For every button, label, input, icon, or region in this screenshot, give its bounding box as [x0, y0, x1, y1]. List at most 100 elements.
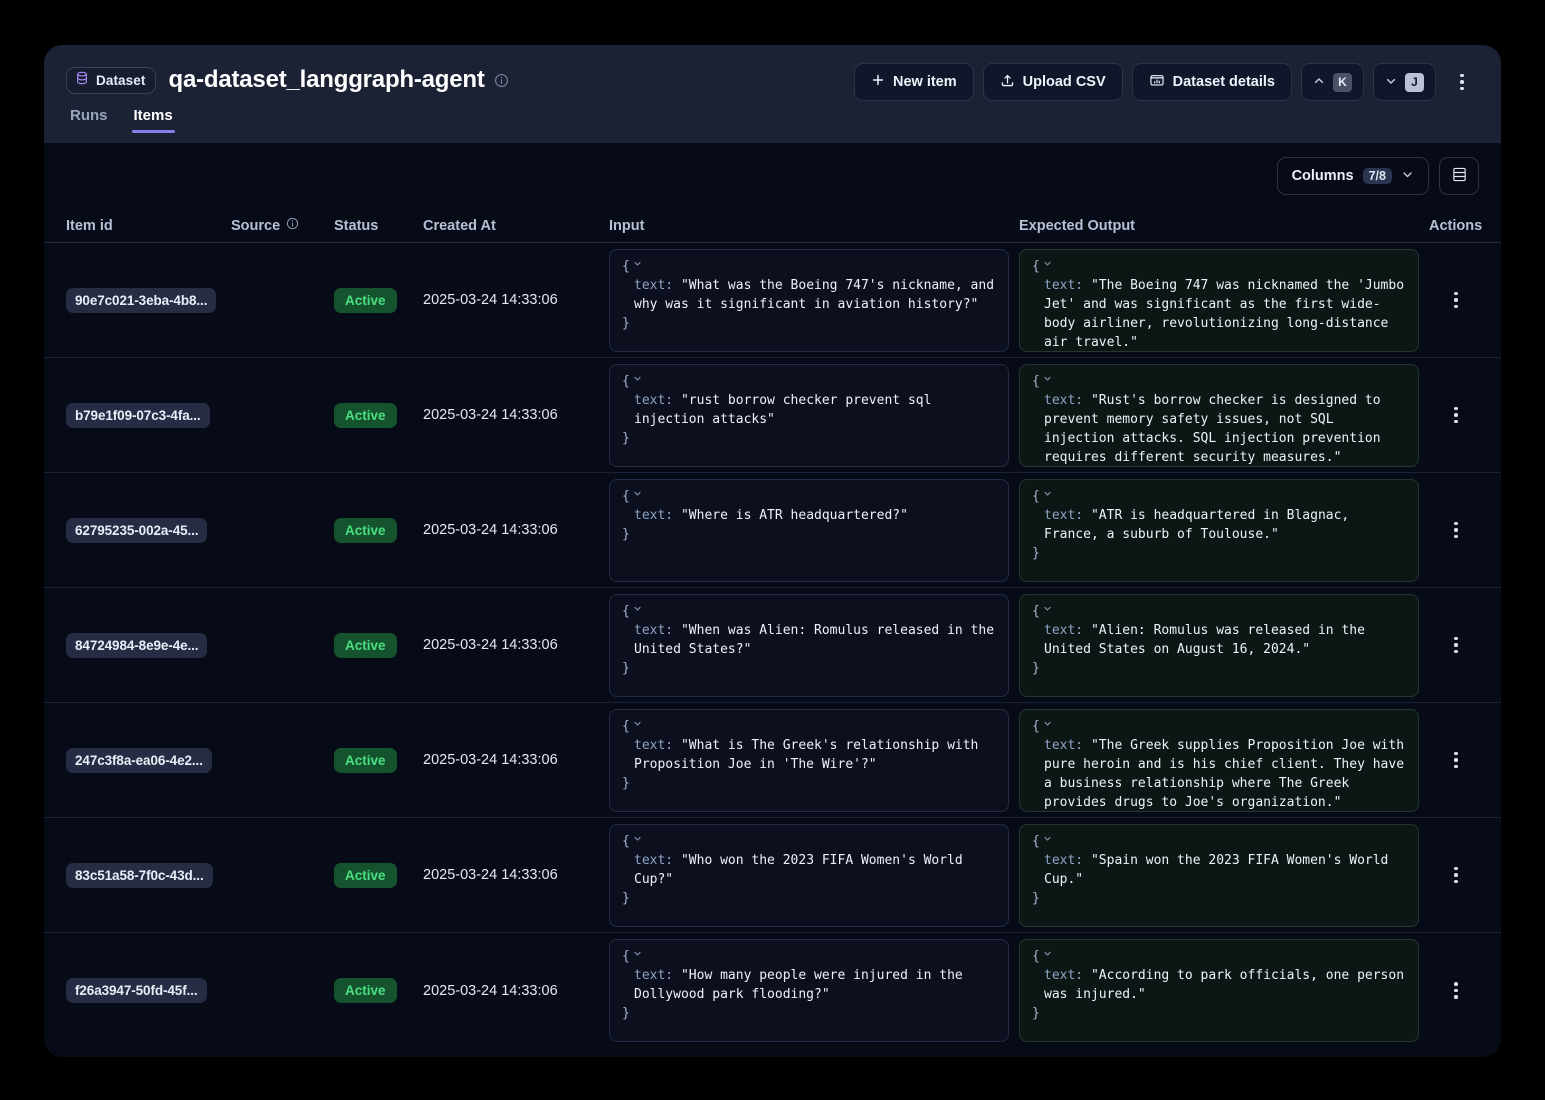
next-item-button[interactable]: J	[1373, 63, 1436, 101]
json-open-brace[interactable]: {	[1032, 832, 1407, 851]
table-row[interactable]: b79e1f09-07c3-4fa...Active2025-03-24 14:…	[44, 358, 1501, 473]
item-id-pill[interactable]: 90e7c021-3eba-4b8...	[66, 288, 216, 313]
info-icon[interactable]	[494, 73, 509, 88]
column-header-expected-output[interactable]: Expected Output	[1019, 218, 1429, 234]
input-json-cell[interactable]: {text: "rust borrow checker prevent sql …	[609, 364, 1009, 467]
row-height-toggle-button[interactable]	[1439, 157, 1479, 195]
cell-input: {text: "How many people were injured in …	[609, 939, 1019, 1042]
input-json-cell[interactable]: { text: "What is The Greek's relationship…	[609, 709, 1009, 812]
more-vertical-icon	[1454, 752, 1458, 769]
json-key: text:	[1044, 508, 1083, 523]
table-row[interactable]: 83c51a58-7f0c-43d...Active2025-03-24 14:…	[44, 818, 1501, 933]
column-header-source[interactable]: Source	[231, 217, 334, 234]
info-icon[interactable]	[286, 217, 299, 234]
json-open-brace[interactable]: {	[1032, 947, 1407, 966]
json-open-brace[interactable]: {	[1032, 602, 1407, 621]
input-json-cell[interactable]: {text: "Where is ATR headquartered?"}	[609, 479, 1009, 582]
cell-input: {text: "Where is ATR headquartered?"}	[609, 479, 1019, 582]
item-id-pill[interactable]: 62795235-002a-45...	[66, 518, 207, 543]
json-key: text:	[634, 738, 673, 753]
json-close-brace: }	[1032, 544, 1407, 563]
input-json-cell[interactable]: {text: "When was Alien: Romulus released…	[609, 594, 1009, 697]
table-row[interactable]: 62795235-002a-45...Active2025-03-24 14:3…	[44, 473, 1501, 588]
json-open-brace[interactable]: {	[622, 602, 997, 621]
table-row[interactable]: f26a3947-50fd-45f...Active2025-03-24 14:…	[44, 933, 1501, 1048]
json-open-brace[interactable]: {	[1032, 487, 1407, 506]
json-key: text:	[1044, 738, 1083, 753]
json-open-brace[interactable]: {	[622, 832, 997, 851]
json-open-brace[interactable]: {	[622, 717, 997, 736]
item-id-pill[interactable]: 83c51a58-7f0c-43d...	[66, 863, 213, 888]
table-row[interactable]: 247c3f8a-ea06-4e2...Active2025-03-24 14:…	[44, 703, 1501, 818]
column-header-created-at[interactable]: Created At	[423, 218, 609, 234]
json-open-brace[interactable]: {	[622, 947, 997, 966]
json-key: text:	[634, 623, 673, 638]
row-actions-menu-button[interactable]	[1439, 283, 1473, 317]
json-value: "What is The Greek's relationship with P…	[634, 738, 986, 772]
json-open-brace[interactable]: {	[1032, 257, 1407, 276]
header-overflow-menu-button[interactable]	[1445, 63, 1479, 101]
expected-output-json-cell[interactable]: {text: "Rust's borrow checker is designe…	[1019, 364, 1419, 467]
expected-output-json-cell[interactable]: {text: "Alien: Romulus was released in t…	[1019, 594, 1419, 697]
dataset-details-button[interactable]: Dataset details	[1132, 63, 1292, 101]
cell-status: Active	[334, 288, 423, 313]
item-id-pill[interactable]: b79e1f09-07c3-4fa...	[66, 403, 210, 428]
cell-created-at: 2025-03-24 14:33:06	[423, 522, 609, 538]
cell-created-at: 2025-03-24 14:33:06	[423, 867, 609, 883]
row-actions-menu-button[interactable]	[1439, 743, 1473, 777]
json-open-brace[interactable]: {	[1032, 372, 1407, 391]
upload-csv-button[interactable]: Upload CSV	[983, 63, 1123, 101]
column-header-input[interactable]: Input	[609, 218, 1019, 234]
table-header-row: Item id Source Status Created At Input E…	[44, 209, 1501, 243]
table-row[interactable]: 90e7c021-3eba-4b8...Active2025-03-24 14:…	[44, 243, 1501, 358]
json-open-brace[interactable]: {	[622, 487, 997, 506]
column-header-source-label: Source	[231, 218, 280, 234]
json-close-brace: }	[622, 659, 997, 678]
row-actions-menu-button[interactable]	[1439, 628, 1473, 662]
json-open-brace[interactable]: {	[622, 372, 997, 391]
new-item-button[interactable]: New item	[854, 63, 974, 101]
item-id-pill[interactable]: 247c3f8a-ea06-4e2...	[66, 748, 212, 773]
column-header-status[interactable]: Status	[334, 218, 423, 234]
json-value: "Alien: Romulus was released in the Unit…	[1044, 623, 1373, 657]
expected-output-json-cell[interactable]: {text: "Spain won the 2023 FIFA Women's …	[1019, 824, 1419, 927]
input-json-cell[interactable]: {text: "Who won the 2023 FIFA Women's Wo…	[609, 824, 1009, 927]
cell-input: { text: "What is The Greek's relationship…	[609, 709, 1019, 812]
json-open-brace[interactable]: {	[622, 257, 997, 276]
expected-output-json-cell[interactable]: {text: "The Boeing 747 was nicknamed the…	[1019, 249, 1419, 352]
input-json-cell[interactable]: {text: "What was the Boeing 747's nickna…	[609, 249, 1009, 352]
row-actions-menu-button[interactable]	[1439, 398, 1473, 432]
cell-item-id: 247c3f8a-ea06-4e2...	[66, 748, 231, 773]
previous-item-button[interactable]: K	[1301, 63, 1364, 101]
columns-selector-button[interactable]: Columns 7/8	[1277, 157, 1429, 195]
json-key: text:	[1044, 278, 1083, 293]
more-vertical-icon	[1454, 407, 1458, 424]
json-open-brace[interactable]: {	[1032, 717, 1407, 736]
tab-items[interactable]: Items	[134, 107, 173, 133]
cell-item-id: f26a3947-50fd-45f...	[66, 978, 231, 1003]
expected-output-json-cell[interactable]: {text: "The Greek supplies Proposition J…	[1019, 709, 1419, 812]
cell-expected-output: {text: "The Boeing 747 was nicknamed the…	[1019, 249, 1429, 352]
dataset-badge-label: Dataset	[96, 73, 145, 88]
cell-created-at: 2025-03-24 14:33:06	[423, 637, 609, 653]
column-header-item-id[interactable]: Item id	[66, 218, 231, 234]
expected-output-json-cell[interactable]: {text: "According to park officials, one…	[1019, 939, 1419, 1042]
row-actions-menu-button[interactable]	[1439, 513, 1473, 547]
json-field: text: "What was the Boeing 747's nicknam…	[622, 276, 997, 314]
expected-output-json-cell[interactable]: {text: "ATR is headquartered in Blagnac,…	[1019, 479, 1419, 582]
cell-status: Active	[334, 633, 423, 658]
row-actions-menu-button[interactable]	[1439, 974, 1473, 1008]
input-json-cell[interactable]: {text: "How many people were injured in …	[609, 939, 1009, 1042]
item-id-pill[interactable]: 84724984-8e9e-4e...	[66, 633, 207, 658]
table-toolbar: Columns 7/8	[44, 143, 1501, 209]
row-actions-menu-button[interactable]	[1439, 858, 1473, 892]
table-row[interactable]: 84724984-8e9e-4e... Active 2025-03-24 14:3…	[44, 588, 1501, 703]
status-badge: Active	[334, 633, 397, 658]
json-key: text:	[1044, 393, 1083, 408]
json-close-brace: }	[1032, 659, 1407, 678]
json-close-brace: }	[622, 525, 997, 544]
details-panel-icon	[1149, 72, 1165, 92]
item-id-pill[interactable]: f26a3947-50fd-45f...	[66, 978, 207, 1003]
header-actions: New item Upload CSV	[854, 63, 1479, 101]
tab-runs[interactable]: Runs	[70, 107, 108, 133]
